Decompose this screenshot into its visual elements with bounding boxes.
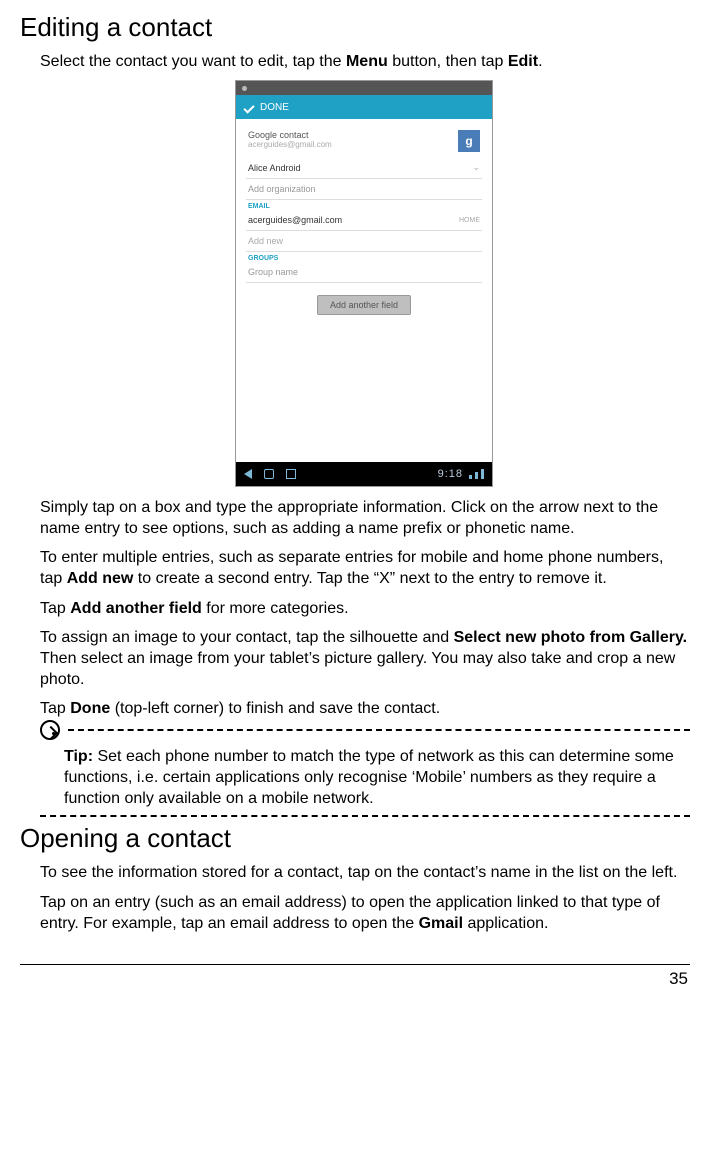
text: Tap	[40, 700, 70, 717]
bold-gmail: Gmail	[419, 915, 463, 932]
text: Tap	[40, 600, 70, 617]
bold-menu: Menu	[346, 53, 388, 70]
account-email: acerguides@gmail.com	[248, 140, 458, 149]
google-contact-label: Google contact	[248, 130, 458, 140]
organization-field: Add organization	[246, 179, 482, 200]
paragraph-tap-entry: Tap on an entry (such as an email addres…	[40, 892, 688, 934]
text: Then select an image from your tablet’s …	[40, 650, 675, 688]
tip-label: Tip:	[64, 748, 93, 765]
text: (top-left corner) to finish and save the…	[110, 700, 440, 717]
add-new-row: Add new	[246, 231, 482, 252]
tip-box: Tip: Set each phone number to match the …	[20, 729, 690, 817]
account-row: Google contact acerguides@gmail.com g	[246, 125, 482, 157]
status-dot-icon	[242, 86, 247, 91]
add-field-wrap: Add another field	[246, 295, 482, 315]
text: Tap on an entry (such as an email addres…	[40, 894, 660, 932]
email-section-label: EMAIL	[246, 200, 482, 210]
bold-edit: Edit	[508, 53, 538, 70]
name-field: Alice Android ⌄	[246, 157, 482, 179]
group-field: Group name	[246, 262, 482, 283]
email-value: acerguides@gmail.com	[248, 215, 459, 225]
bold-add-another-field: Add another field	[70, 600, 202, 617]
paragraph-assign-image: To assign an image to your contact, tap …	[40, 627, 688, 690]
text: application.	[463, 915, 548, 932]
signal-icon	[469, 469, 484, 479]
recent-icon	[286, 469, 296, 479]
dash-divider	[40, 815, 690, 817]
add-new-label: Add new	[248, 236, 283, 246]
status-bar	[236, 81, 492, 95]
group-placeholder: Group name	[248, 267, 298, 277]
paragraph-tap-box: Simply tap on a box and type the appropr…	[40, 497, 688, 539]
paragraph-done: Tap Done (top-left corner) to finish and…	[40, 698, 688, 719]
paragraph-intro: Select the contact you want to edit, tap…	[40, 51, 688, 72]
check-icon	[244, 102, 254, 112]
screenshot-container: DONE Google contact acerguides@gmail.com…	[40, 80, 688, 487]
paragraph-multiple-entries: To enter multiple entries, such as separ…	[40, 547, 688, 589]
footer-divider	[20, 964, 690, 965]
clock: 9:18	[438, 468, 463, 480]
done-label: DONE	[260, 102, 289, 113]
home-icon	[264, 469, 274, 479]
text: button, then tap	[388, 53, 508, 70]
bold-select-photo: Select new photo from Gallery.	[454, 629, 688, 646]
dash-divider	[68, 729, 690, 731]
tip-icon	[40, 720, 60, 740]
text: To assign an image to your contact, tap …	[40, 629, 454, 646]
text: .	[538, 53, 542, 70]
text: for more categories.	[202, 600, 349, 617]
email-field: acerguides@gmail.com HOME	[246, 210, 482, 231]
chevron-down-icon: ⌄	[472, 162, 480, 173]
tablet-screenshot: DONE Google contact acerguides@gmail.com…	[235, 80, 493, 487]
email-type: HOME	[459, 217, 480, 224]
tip-body: Set each phone number to match the type …	[64, 748, 674, 807]
nav-bar: 9:18	[236, 462, 492, 486]
contact-form: Google contact acerguides@gmail.com g Al…	[236, 119, 492, 462]
page-number: 35	[20, 969, 690, 989]
add-another-field-button: Add another field	[317, 295, 411, 315]
text: Select the contact you want to edit, tap…	[40, 53, 346, 70]
heading-editing-contact: Editing a contact	[20, 12, 690, 43]
text: to create a second entry. Tap the “X” ne…	[133, 570, 606, 587]
nav-icons	[244, 469, 438, 479]
groups-section-label: GROUPS	[246, 252, 482, 262]
app-top-bar: DONE	[236, 95, 492, 119]
back-icon	[244, 469, 252, 479]
paragraph-see-info: To see the information stored for a cont…	[40, 862, 688, 883]
name-value: Alice Android	[248, 163, 472, 173]
org-placeholder: Add organization	[248, 184, 316, 194]
paragraph-another-field: Tap Add another field for more categorie…	[40, 598, 688, 619]
bold-add-new: Add new	[67, 570, 134, 587]
bold-done: Done	[70, 700, 110, 717]
avatar-placeholder: g	[458, 130, 480, 152]
heading-opening-contact: Opening a contact	[20, 823, 690, 854]
tip-text: Tip: Set each phone number to match the …	[64, 746, 682, 809]
